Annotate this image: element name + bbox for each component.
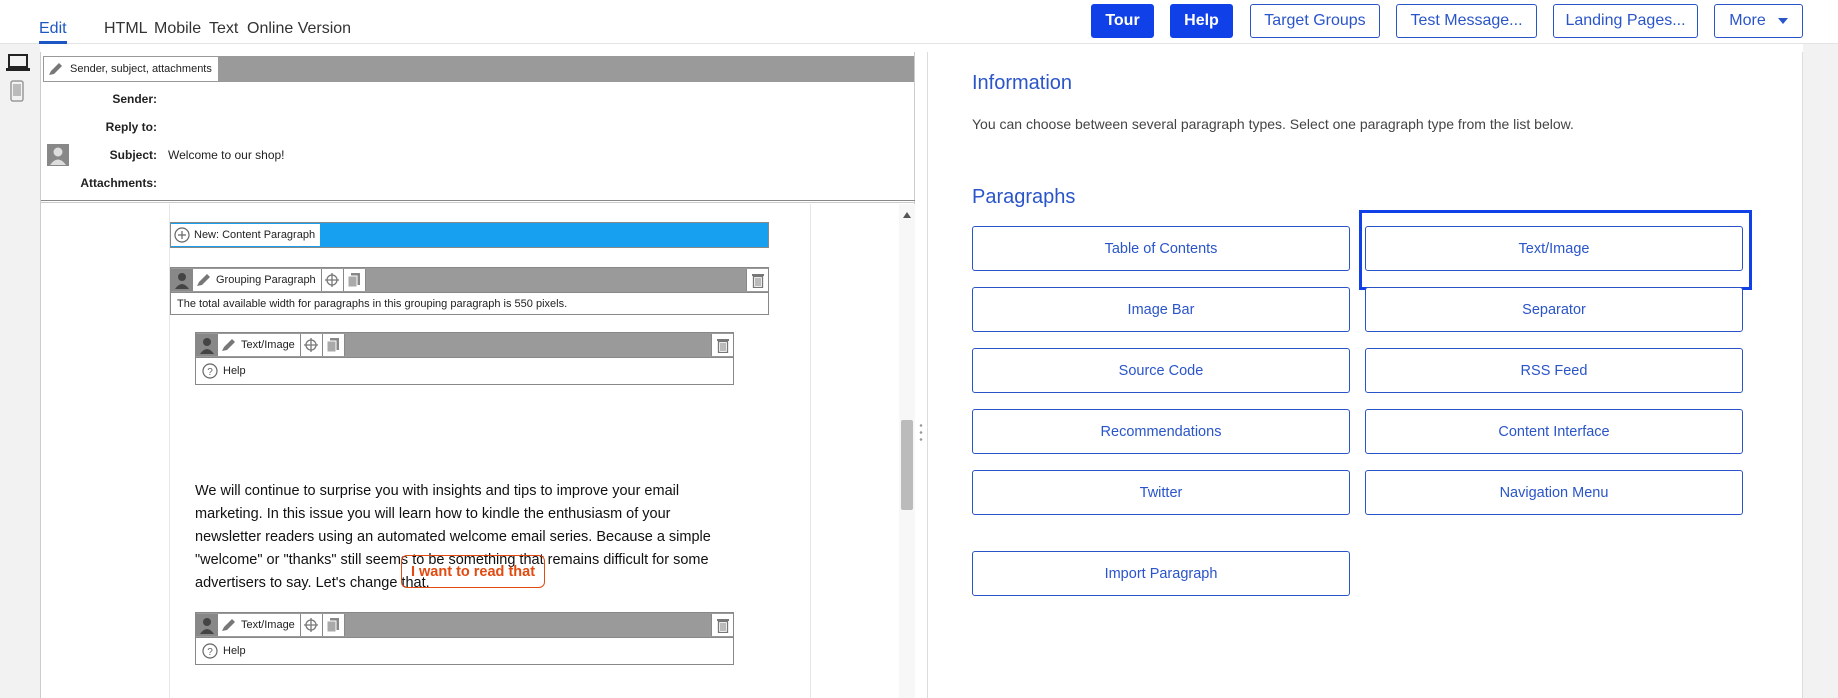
grouping-personalize-icon[interactable]: [171, 269, 193, 291]
reply-to-row: Reply to:: [41, 115, 916, 139]
crosshair-icon[interactable]: [300, 334, 323, 356]
pencil-icon[interactable]: [196, 273, 212, 287]
textimage-bar-2[interactable]: Text/Image: [195, 612, 734, 638]
pencil-icon[interactable]: [221, 618, 237, 632]
landing-pages-button[interactable]: Landing Pages...: [1553, 4, 1698, 38]
test-message-button[interactable]: Test Message...: [1396, 4, 1537, 38]
textimage-chip-2: Text/Image: [218, 614, 301, 636]
pencil-icon: [48, 62, 64, 76]
textimage-help-1[interactable]: ? Help: [195, 358, 734, 385]
caret-down-icon: [1777, 18, 1788, 24]
tour-button[interactable]: Tour: [1091, 4, 1154, 38]
help-label-2: Help: [223, 645, 246, 657]
new-paragraph-chip: New: Content Paragraph: [171, 224, 321, 246]
copy-icon[interactable]: [343, 269, 366, 291]
crosshair-icon[interactable]: [300, 614, 323, 636]
grouping-label: Grouping Paragraph: [216, 274, 316, 286]
scroll-thumb[interactable]: [901, 420, 913, 510]
crosshair-icon[interactable]: [321, 269, 344, 291]
right-gutter: [1803, 44, 1838, 698]
copy-icon[interactable]: [322, 614, 345, 636]
read-more-cta[interactable]: I want to read that: [401, 555, 545, 588]
trash-icon[interactable]: [711, 614, 733, 636]
svg-text:?: ?: [207, 647, 213, 658]
text-image-button[interactable]: Text/Image: [1365, 226, 1743, 271]
trash-icon[interactable]: [746, 269, 768, 291]
grouping-chip: Grouping Paragraph: [193, 269, 322, 291]
help-label-1: Help: [223, 365, 246, 377]
scroll-up-arrow-icon[interactable]: [903, 212, 911, 218]
subject-row: Subject: Welcome to our shop!: [41, 143, 916, 167]
email-editor: Sender, subject, attachments Sender: Rep…: [40, 52, 916, 698]
trash-icon[interactable]: [711, 334, 733, 356]
svg-text:?: ?: [207, 367, 213, 378]
import-paragraph-button[interactable]: Import Paragraph: [972, 551, 1350, 596]
tab-online-version[interactable]: Online Version: [247, 20, 351, 38]
twitter-button[interactable]: Twitter: [972, 470, 1350, 515]
new-paragraph-label: New: Content Paragraph: [194, 229, 316, 241]
pencil-icon[interactable]: [221, 338, 237, 352]
device-preview-strip: [0, 44, 40, 698]
tab-text[interactable]: Text: [209, 20, 238, 38]
source-code-button[interactable]: Source Code: [972, 348, 1350, 393]
sender-subject-bar[interactable]: Sender, subject, attachments: [43, 56, 914, 82]
subject-value[interactable]: Welcome to our shop!: [168, 148, 285, 162]
meta-divider: [41, 200, 916, 203]
textimage-personalize-icon[interactable]: [196, 334, 218, 356]
separator-button[interactable]: Separator: [1365, 287, 1743, 332]
grouping-paragraph-bar[interactable]: Grouping Paragraph: [170, 267, 769, 293]
sender-subject-bar-chip: Sender, subject, attachments: [44, 57, 218, 81]
textimage-label-1: Text/Image: [241, 339, 295, 351]
textimage-chip-1: Text/Image: [218, 334, 301, 356]
textimage-bar-1[interactable]: Text/Image: [195, 332, 734, 358]
toc-button[interactable]: Table of Contents: [972, 226, 1350, 271]
reply-to-label: Reply to:: [105, 120, 157, 134]
recommendations-button[interactable]: Recommendations: [972, 409, 1350, 454]
textimage-help-2[interactable]: ? Help: [195, 638, 734, 665]
personalize-icon[interactable]: [47, 144, 69, 169]
editor-scrollbar[interactable]: [899, 204, 915, 698]
help-button[interactable]: Help: [1170, 4, 1233, 38]
paragraphs-heading: Paragraphs: [972, 186, 1076, 208]
new-content-paragraph-bar[interactable]: New: Content Paragraph: [170, 222, 769, 248]
sender-row: Sender:: [41, 87, 916, 111]
textimage-personalize-icon[interactable]: [196, 614, 218, 636]
paragraph-panel: Information You can choose between sever…: [927, 52, 1803, 698]
tab-mobile[interactable]: Mobile: [154, 20, 201, 38]
more-button-label: More: [1729, 12, 1766, 29]
tab-html[interactable]: HTML: [104, 20, 148, 38]
target-groups-button[interactable]: Target Groups: [1250, 4, 1380, 38]
attachments-row: Attachments:: [41, 171, 916, 195]
information-text: You can choose between several paragraph…: [972, 116, 1574, 132]
drag-handle-icon[interactable]: [919, 422, 923, 444]
more-button[interactable]: More: [1714, 4, 1803, 38]
help-circle-icon: ?: [202, 643, 218, 659]
textimage-label-2: Text/Image: [241, 619, 295, 631]
desktop-icon[interactable]: [6, 54, 30, 77]
mobile-icon[interactable]: [10, 80, 24, 107]
content-interface-button[interactable]: Content Interface: [1365, 409, 1743, 454]
copy-icon[interactable]: [322, 334, 345, 356]
attachments-label: Attachments:: [80, 176, 157, 190]
top-toolbar: Edit HTML Mobile Text Online Version Tou…: [0, 0, 1838, 44]
sender-subject-bar-label: Sender, subject, attachments: [70, 63, 212, 75]
email-canvas: New: Content Paragraph Grouping Paragrap…: [169, 204, 811, 698]
pane-splitter[interactable]: [915, 52, 927, 698]
image-bar-button[interactable]: Image Bar: [972, 287, 1350, 332]
help-circle-icon: ?: [202, 363, 218, 379]
rss-feed-button[interactable]: RSS Feed: [1365, 348, 1743, 393]
plus-circle-icon: [174, 227, 190, 243]
navigation-menu-button[interactable]: Navigation Menu: [1365, 470, 1743, 515]
grouping-info: The total available width for paragraphs…: [170, 293, 769, 315]
tab-edit[interactable]: Edit: [39, 20, 67, 44]
information-heading: Information: [972, 72, 1073, 94]
sender-label: Sender:: [112, 92, 157, 106]
